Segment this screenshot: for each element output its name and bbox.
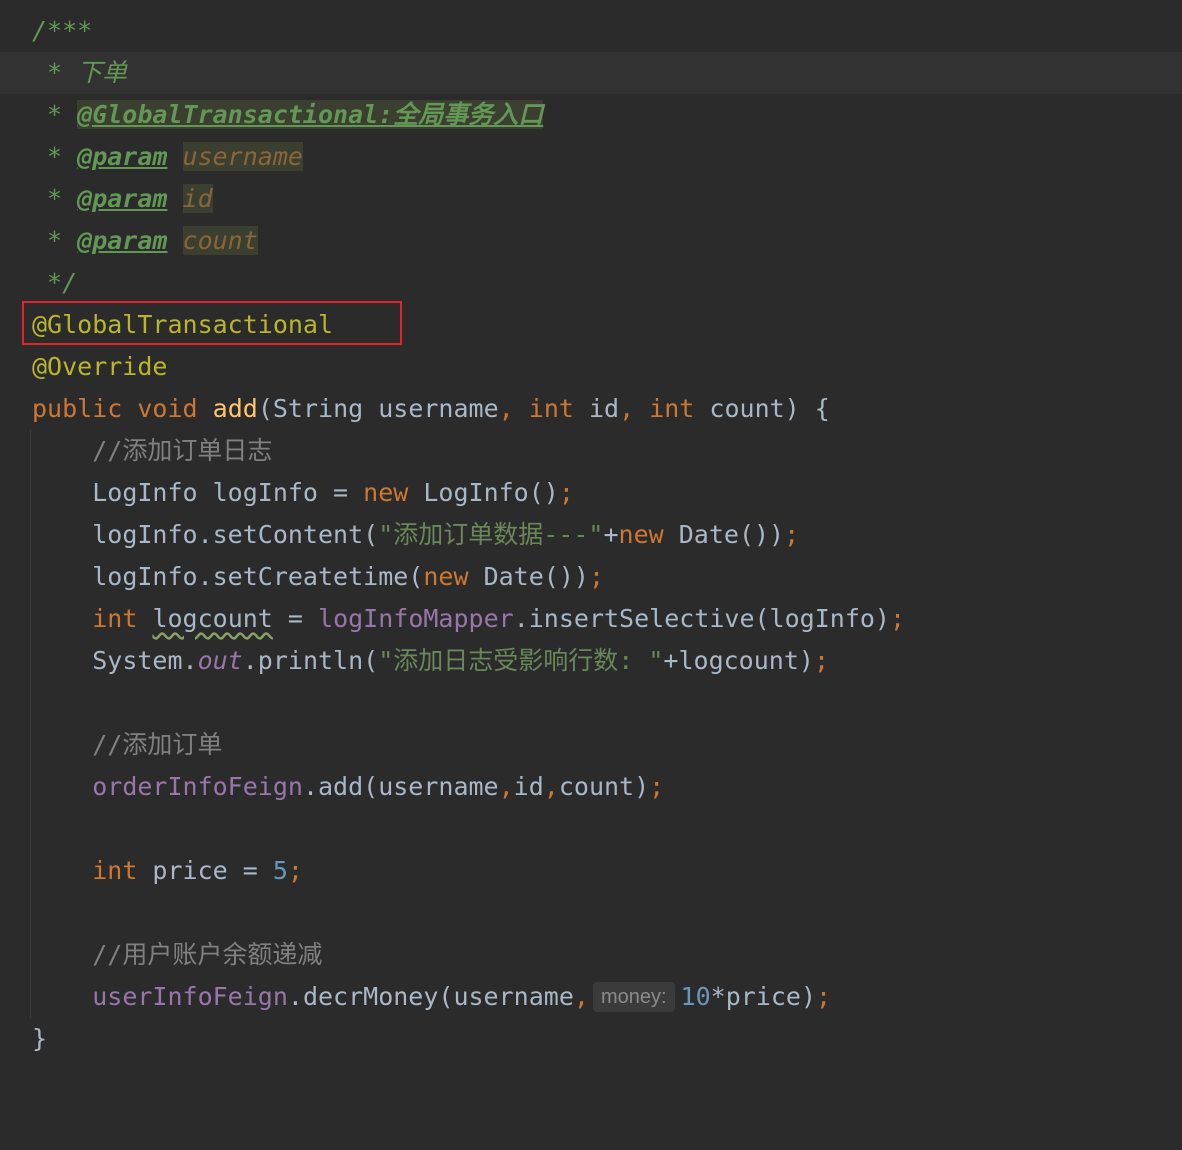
code-line-2: * 下单 bbox=[32, 58, 128, 87]
code-line-14: logInfo.setCreatetime(new Date()); bbox=[92, 562, 604, 591]
code-line-5: * @param id bbox=[32, 184, 213, 213]
code-line-13: logInfo.setContent("添加订单数据---"+new Date(… bbox=[92, 520, 800, 549]
code-line-15: int logcount = logInfoMapper.insertSelec… bbox=[92, 604, 906, 633]
code-line-10: public void add(String username, int id,… bbox=[32, 394, 830, 423]
method-name-add[interactable]: add bbox=[213, 394, 258, 423]
field-userinfofeign[interactable]: userInfoFeign bbox=[92, 982, 288, 1011]
code-line-18: //添加订单 bbox=[92, 730, 223, 759]
code-line-19: orderInfoFeign.add(username,id,count); bbox=[92, 772, 665, 801]
highlight-box bbox=[22, 301, 402, 345]
field-loginfomapper[interactable]: logInfoMapper bbox=[318, 604, 514, 633]
code-line-21: int price = 5; bbox=[92, 856, 303, 885]
code-line-12: LogInfo logInfo = new LogInfo(); bbox=[92, 478, 574, 507]
doc-param-name: count bbox=[182, 226, 258, 255]
code-line-25: } bbox=[32, 1024, 48, 1053]
parameter-hint-money: money: bbox=[592, 982, 675, 1012]
code-line-3: * @GlobalTransactional:全局事务入口 bbox=[32, 100, 544, 129]
code-line-1: /*** bbox=[32, 16, 93, 45]
code-line-24: userInfoFeign.decrMoney(username, money: 1… bbox=[92, 982, 832, 1012]
code-lines: /*** * 下单 * @GlobalTransactional:全局事务入口 … bbox=[32, 10, 905, 1060]
code-line-11: //添加订单日志 bbox=[92, 436, 273, 465]
annotation-override[interactable]: @Override bbox=[32, 352, 167, 381]
doc-param-tag[interactable]: @param bbox=[77, 226, 167, 255]
code-line-9: @Override bbox=[32, 346, 905, 388]
doc-param-tag[interactable]: @param bbox=[77, 142, 167, 171]
doc-tag-global-transactional[interactable]: @GlobalTransactional:全局事务入口 bbox=[77, 100, 544, 129]
doc-param-name: id bbox=[182, 184, 213, 213]
code-line-16: System.out.println("添加日志受影响行数: "+logcoun… bbox=[92, 646, 829, 675]
code-line-23: //用户账户余额递减 bbox=[92, 940, 323, 969]
field-orderinfofeign[interactable]: orderInfoFeign bbox=[92, 772, 303, 801]
code-editor[interactable]: /*** * 下单 * @GlobalTransactional:全局事务入口 … bbox=[0, 0, 1182, 1150]
variable-logcount-warning[interactable]: logcount bbox=[152, 604, 272, 633]
code-line-7: */ bbox=[32, 268, 78, 297]
doc-param-tag[interactable]: @param bbox=[77, 184, 167, 213]
code-line-6: * @param count bbox=[32, 226, 258, 255]
doc-param-name: username bbox=[182, 142, 303, 171]
code-line-4: * @param username bbox=[32, 142, 303, 171]
indent-guide bbox=[30, 430, 31, 1018]
